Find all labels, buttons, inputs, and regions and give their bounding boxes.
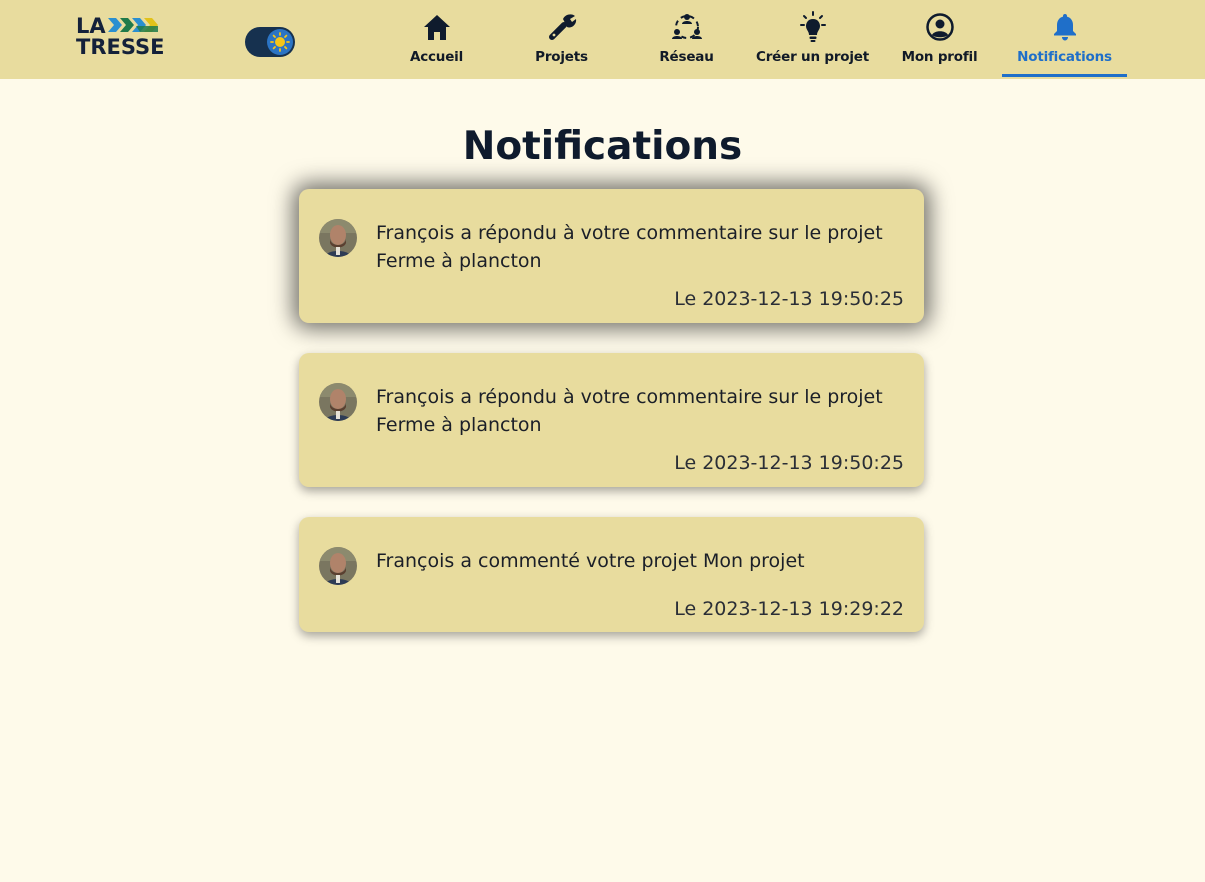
notification-date: Le 2023-12-13 19:50:25 [674, 452, 904, 474]
notification-card[interactable]: François a répondu à votre commentaire s… [299, 353, 924, 487]
nav-item-mon-profil[interactable]: Mon profil [877, 0, 1002, 79]
notification-card[interactable]: François a répondu à votre commentaire s… [299, 189, 924, 323]
nav-item-reseau[interactable]: Réseau [624, 0, 749, 79]
logo-chevrons-icon [108, 18, 158, 32]
network-icon [671, 14, 702, 39]
nav-label-notifications: Notifications [1017, 49, 1112, 65]
user-circle-icon [925, 13, 954, 41]
nav-item-creer-projet[interactable]: Créer un projet [750, 0, 875, 79]
nav-item-projets[interactable]: Projets [499, 0, 624, 79]
nav-label-reseau: Réseau [659, 49, 714, 65]
notification-date: Le 2023-12-13 19:29:22 [674, 598, 904, 620]
notification-text: François a répondu à votre commentaire s… [376, 222, 883, 272]
notification-date: Le 2023-12-13 19:50:25 [674, 288, 904, 310]
theme-toggle[interactable] [245, 27, 295, 57]
nav-item-notifications[interactable]: Notifications [1002, 0, 1127, 79]
avatar [319, 383, 357, 421]
tools-icon [548, 14, 576, 40]
notification-text: François a commenté votre projet Mon pro… [376, 550, 805, 572]
page-title: Notifications [462, 124, 743, 169]
nav-label-projets: Projets [535, 49, 588, 65]
avatar [319, 219, 357, 257]
logo-line-2: TRESSE [76, 35, 165, 59]
toggle-knob [267, 29, 293, 55]
sun-icon [270, 32, 290, 52]
top-navigation-bar: LA TRESSE Accueil Projets Réseau Créer u… [0, 0, 1205, 79]
logo-line-1: LA [76, 14, 106, 38]
nav-label-accueil: Accueil [409, 49, 464, 65]
notification-text: François a répondu à votre commentaire s… [376, 386, 883, 436]
lightbulb-icon [799, 11, 826, 42]
notification-card[interactable]: François a commenté votre projet Mon pro… [299, 517, 924, 632]
bell-icon [1053, 14, 1076, 41]
avatar [319, 547, 357, 585]
home-icon [423, 15, 450, 40]
nav-item-accueil[interactable]: Accueil [374, 0, 499, 79]
nav-label-creer-projet: Créer un projet [756, 49, 869, 65]
la-tresse-logo[interactable]: LA TRESSE [76, 15, 168, 59]
nav-label-mon-profil: Mon profil [901, 49, 978, 65]
